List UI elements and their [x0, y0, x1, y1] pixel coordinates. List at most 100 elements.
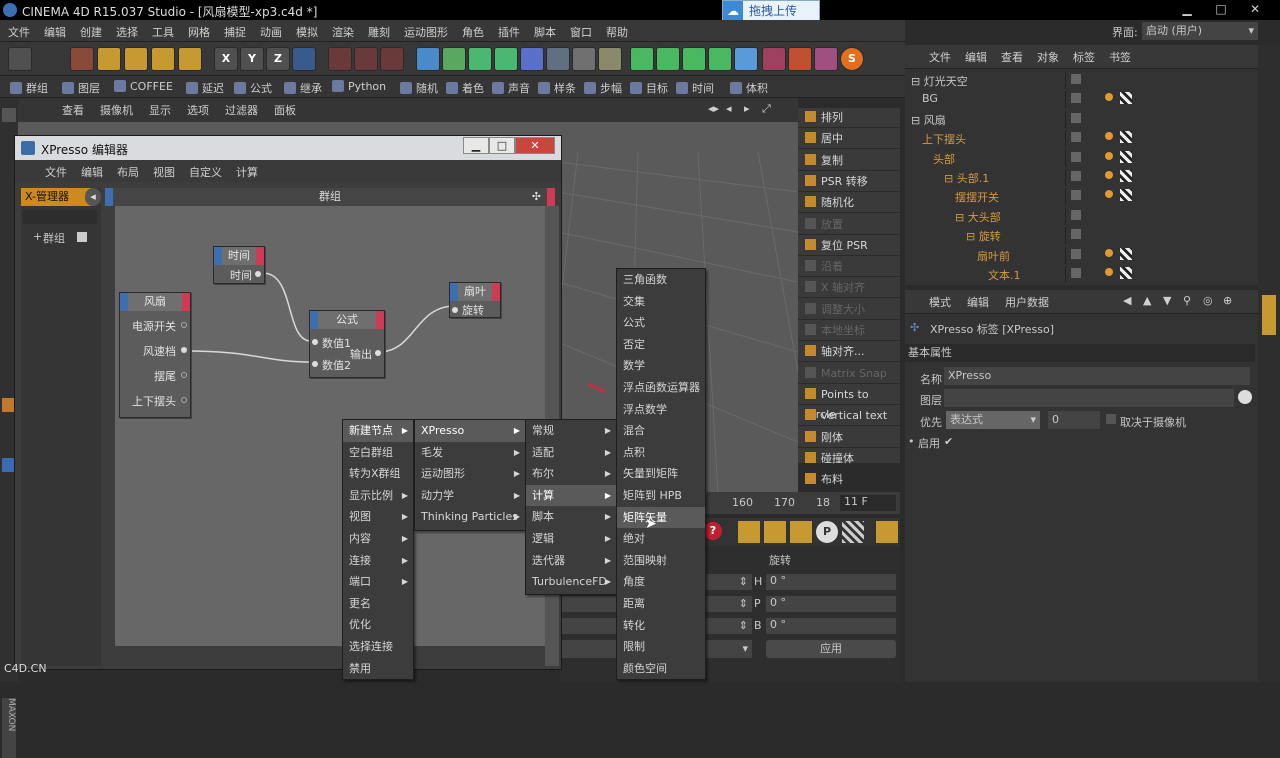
ribbon-item-14[interactable]: vertical text — [798, 406, 900, 427]
menu-sub2-item[interactable]: 计算 ▶ — [526, 484, 616, 507]
xpresso-editor-window[interactable]: XPresso 编辑器 ▁ □ ✕ 文件 编辑 布局 视图 自定义 计算 + 群组 X-管… — [14, 135, 562, 670]
object-tag-icon[interactable] — [1105, 93, 1113, 102]
menu-sub3-item[interactable]: 混合 — [617, 420, 705, 442]
render-view-icon[interactable] — [328, 47, 352, 71]
object-row[interactable]: ⊟ 灯光天空 — [905, 70, 1255, 89]
menu-main-item[interactable]: 连接 ▶ — [343, 550, 413, 572]
menu-sub2-item[interactable]: 适配 ▶ — [526, 442, 616, 464]
maximize-button[interactable]: □ — [1206, 0, 1236, 18]
cube-icon[interactable] — [416, 47, 440, 71]
upload-button[interactable]: ☁ 拖拽上传 — [722, 0, 820, 22]
menu-sub1-item[interactable]: 动力学 ▶ — [415, 485, 525, 507]
ribbon-item-6[interactable]: 复位 PSR — [798, 236, 900, 256]
toolbar2-item-1[interactable]: 图层 — [62, 80, 100, 96]
menu-sub3-item[interactable]: 矢量到矩阵 — [617, 463, 705, 485]
layout-select[interactable]: 启动 (用户) ▾ — [1142, 22, 1258, 40]
toolbar2-item-6[interactable]: Python — [332, 80, 386, 93]
menu-main-item[interactable]: 选择连接 — [343, 636, 413, 658]
menu-item-10[interactable]: 雕刻 — [368, 24, 390, 40]
node-formula-in1-port[interactable] — [312, 339, 318, 345]
xpresso-minimize-button[interactable]: ▁ — [463, 137, 489, 154]
node-blade[interactable]: 扇叶 旋转 — [449, 282, 501, 318]
object-visibility-icon[interactable] — [1071, 132, 1081, 143]
plugin-icon-1[interactable] — [762, 47, 786, 71]
node-fan[interactable]: 风扇 电源开关 风速档 摆尾 上下摆头 — [119, 292, 191, 418]
viewport-menu-5[interactable]: 面板 — [274, 102, 296, 118]
menu-item-16[interactable]: 帮助 — [606, 24, 628, 40]
menu-sub3-item[interactable]: 矩阵矢量 — [617, 506, 705, 529]
viewport-nav-icon-1[interactable]: ◂ — [726, 102, 732, 115]
menu-item-0[interactable]: 文件 — [8, 24, 30, 40]
name-field[interactable]: XPresso — [944, 367, 1250, 385]
move-icon[interactable] — [97, 47, 121, 71]
menu-item-14[interactable]: 脚本 — [534, 24, 556, 40]
object-row[interactable]: ⊟ 风扇 — [905, 109, 1255, 128]
help-icon[interactable]: ? — [704, 522, 722, 540]
xpresso-menu-4[interactable]: 自定义 — [189, 164, 222, 180]
object-menu-3[interactable]: 对象 — [1037, 49, 1059, 65]
object-visibility-icon[interactable] — [1071, 74, 1081, 84]
object-visibility-icon[interactable] — [1071, 190, 1081, 201]
xpresso-manager-search[interactable] — [23, 210, 97, 224]
object-tag-icon[interactable] — [1105, 132, 1113, 141]
floor-icon[interactable] — [546, 47, 570, 71]
key-rotate-icon[interactable] — [790, 521, 812, 543]
node-fan-speed-port[interactable] — [181, 347, 187, 353]
menu-item-6[interactable]: 捕捉 — [224, 24, 246, 40]
menu-item-5[interactable]: 网格 — [188, 24, 210, 40]
ribbon-item-1[interactable]: 居中 — [798, 129, 900, 150]
nurbs-icon[interactable] — [468, 47, 492, 71]
viewport-menu-0[interactable]: 查看 — [62, 102, 84, 118]
node-fan-header[interactable]: 风扇 — [120, 293, 190, 311]
key-param-icon[interactable]: P — [816, 521, 838, 543]
xpresso-tag-icon[interactable] — [1120, 247, 1132, 260]
object-tag-icon[interactable] — [1105, 248, 1113, 257]
object-visibility-icon[interactable] — [1071, 268, 1081, 278]
toolbar2-item-2[interactable]: COFFEE — [114, 80, 173, 93]
menu-main-item[interactable]: 空白群组 — [343, 442, 413, 464]
render-picture-icon[interactable] — [354, 47, 378, 71]
node-blade-in-icon[interactable] — [450, 283, 458, 301]
layer-pick-icon[interactable] — [1238, 390, 1252, 404]
object-row[interactable]: ⊟ 旋转 — [905, 225, 1255, 245]
deformer-icon[interactable] — [520, 47, 544, 71]
xpresso-manager-toggle-icon[interactable]: ◂ — [85, 188, 101, 206]
node-formula-in2-port[interactable] — [312, 361, 318, 367]
viewport-nav-icon-0[interactable]: ◂▸ — [708, 102, 719, 115]
attribute-nav-icon-4[interactable]: ◎ — [1203, 294, 1213, 307]
xpresso-tag-icon[interactable] — [1120, 170, 1132, 182]
transform-icon[interactable] — [178, 47, 202, 71]
menu-item-12[interactable]: 角色 — [462, 24, 484, 40]
attribute-nav-icon-2[interactable]: ▼ — [1163, 294, 1171, 307]
viewport-menu-1[interactable]: 摄像机 — [100, 102, 133, 118]
node-time-out-icon[interactable] — [256, 247, 264, 265]
node-time-out-port[interactable] — [255, 271, 261, 277]
x-axis-icon[interactable]: X — [214, 47, 238, 71]
xpresso-menu-1[interactable]: 编辑 — [81, 164, 103, 180]
node-blade-rotation-port[interactable] — [452, 307, 458, 313]
object-visibility-icon[interactable] — [1071, 229, 1081, 240]
object-row[interactable]: 摆摆开关 — [905, 186, 1255, 206]
attribute-nav-icon-3[interactable]: ⚲ — [1183, 294, 1191, 307]
node-fan-swing-port[interactable] — [181, 372, 187, 378]
coords-b-field[interactable]: 0 ° — [766, 618, 896, 634]
z-axis-icon[interactable]: Z — [266, 47, 290, 71]
pan-icon[interactable]: ✣ — [532, 188, 541, 206]
y-axis-icon[interactable]: Y — [240, 47, 264, 71]
xpresso-tag-icon[interactable] — [1120, 131, 1132, 144]
group-input-port-icon[interactable] — [105, 188, 113, 206]
array-icon[interactable] — [494, 47, 518, 71]
xpresso-menu-2[interactable]: 布局 — [117, 164, 139, 180]
section-basic[interactable]: 基本属性 — [905, 344, 1255, 362]
xpresso-manager-tab[interactable]: X-管理器 — [21, 188, 91, 206]
camera-dep-checkbox[interactable] — [1106, 414, 1116, 424]
ribbon-item-11[interactable]: 轴对齐... — [798, 342, 900, 363]
menu-sub1-item[interactable]: Thinking Particles ▶ — [415, 506, 525, 528]
node-formula-out-icon[interactable] — [376, 311, 384, 329]
menu-main-item[interactable]: 端口 ▶ — [343, 571, 413, 593]
object-tag-icon[interactable] — [1105, 190, 1113, 199]
xpresso-tag-icon[interactable] — [1120, 92, 1132, 105]
menu-sub3-item[interactable]: 交集 — [617, 291, 705, 313]
priority-number-field[interactable]: 0 — [1048, 411, 1100, 429]
menu-main-item[interactable]: 显示比例 ▶ — [343, 485, 413, 507]
